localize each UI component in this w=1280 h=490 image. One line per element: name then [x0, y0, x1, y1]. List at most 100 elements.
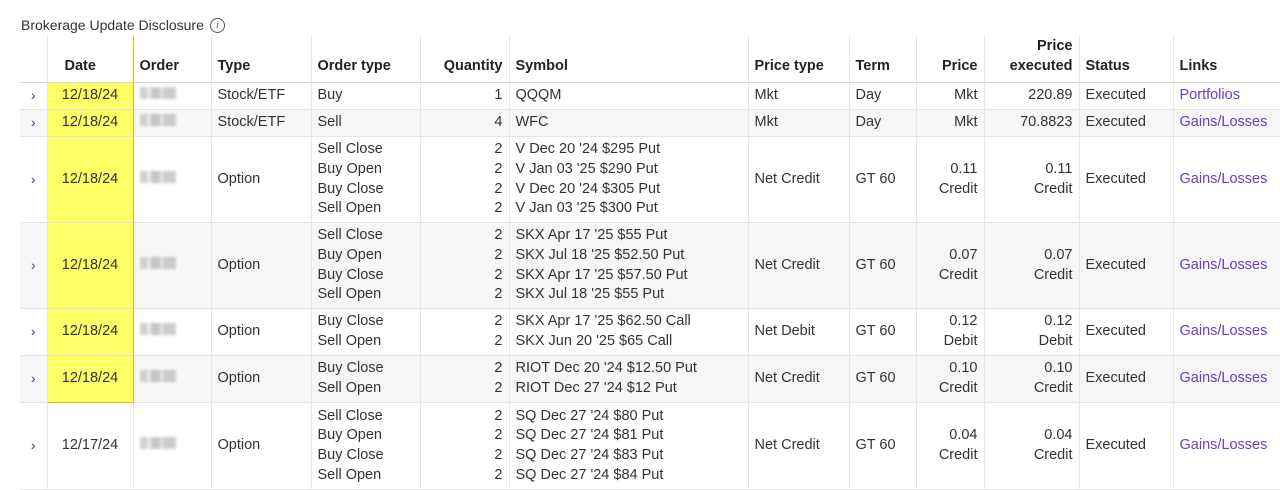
price-line: Mkt — [954, 87, 978, 104]
column-header-order-type[interactable]: Order type — [311, 36, 421, 83]
table-row[interactable]: › 12/18/24 Option Sell Close Buy Open Buy Clo… — [20, 136, 1280, 223]
column-header-status[interactable]: Status — [1079, 36, 1174, 83]
column-header-type[interactable]: Type — [211, 36, 312, 83]
cell-price: Mkt — [916, 82, 985, 110]
symbol-line: RIOT Dec 20 '24 $12.50 Put — [515, 360, 697, 377]
symbol-line: WFC — [515, 114, 549, 131]
column-header-price-executed[interactable]: Price executed — [984, 36, 1080, 83]
quantity-line: 2 — [494, 227, 503, 244]
price-executed-line-2: executed — [1009, 58, 1073, 74]
cell-status: Executed — [1079, 136, 1174, 223]
price-executed-line: Credit — [1033, 180, 1073, 197]
cell-links: Portfolios — [1173, 82, 1280, 110]
cell-order — [133, 222, 212, 309]
order-type-line: Sell Close — [317, 407, 383, 424]
table-row[interactable]: › 12/18/24 Option Buy Close Sell Open 2 2 SKX A… — [20, 308, 1280, 356]
cell-order-type: Sell Close Buy Open Buy Close Sell Open — [311, 136, 421, 223]
cell-symbol: QQQM — [509, 82, 749, 110]
cell-term: GT 60 — [849, 355, 917, 403]
table-header-row: Date Order Type Order type Quantity Symb… — [20, 36, 1280, 83]
column-header-term[interactable]: Term — [849, 36, 917, 83]
expand-row-icon[interactable]: › — [20, 82, 48, 110]
symbol-line: SKX Jun 20 '25 $65 Call — [515, 333, 673, 349]
cell-links: Gains/Losses — [1173, 355, 1280, 403]
table-row[interactable]: › 12/17/24 Option Sell Close Buy Open Buy Clo… — [20, 402, 1280, 490]
column-header-order[interactable]: Order — [133, 36, 212, 83]
price-line: Debit — [943, 333, 978, 349]
price-executed-line: 0.11 — [1045, 160, 1073, 177]
cell-quantity: 2 2 2 2 — [420, 222, 510, 309]
column-header-symbol[interactable]: Symbol — [509, 36, 749, 83]
column-header-price[interactable]: Price — [916, 36, 985, 83]
cell-date: 12/18/24 — [46, 222, 134, 309]
cell-order — [133, 402, 212, 490]
column-header-quantity[interactable]: Quantity — [420, 36, 510, 83]
price-executed-line: Credit — [1033, 447, 1073, 463]
symbol-line: RIOT Dec 27 '24 $12 Put — [515, 380, 677, 396]
cell-links: Gains/Losses — [1173, 136, 1280, 223]
cell-type: Option — [211, 355, 312, 403]
quantity-line: 2 — [494, 407, 503, 424]
page-title: Brokerage Update Disclosure i — [21, 15, 225, 35]
symbol-line: SQ Dec 27 '24 $80 Put — [515, 407, 664, 424]
cell-date: 12/18/24 — [46, 308, 134, 356]
row-link[interactable]: Gains/Losses — [1180, 114, 1268, 130]
price-executed-line: Credit — [1033, 380, 1073, 396]
expand-row-icon[interactable]: › — [20, 402, 48, 490]
cell-symbol: V Dec 20 '24 $295 Put V Jan 03 '25 $290 P… — [509, 136, 749, 223]
table-row[interactable]: › 12/18/24 Option Sell Close Buy Open Buy Clo… — [20, 222, 1280, 309]
cell-price: 0.10 Credit — [916, 355, 985, 403]
table-row[interactable]: › 12/18/24 Option Buy Close Sell Open 2 2 RIOT … — [20, 355, 1280, 403]
expand-row-icon[interactable]: › — [20, 355, 48, 403]
cell-term: GT 60 — [849, 136, 917, 223]
order-type-line: Buy Close — [317, 447, 384, 463]
quantity-line: 4 — [494, 114, 503, 131]
price-executed-line: 0.12 — [1044, 313, 1073, 330]
row-link[interactable]: Gains/Losses — [1180, 370, 1268, 386]
redacted-order-number — [139, 170, 176, 183]
row-link[interactable]: Gains/Losses — [1180, 437, 1268, 453]
cell-status: Executed — [1079, 402, 1174, 490]
quantity-line: 2 — [494, 200, 503, 217]
cell-price-executed: 0.07 Credit — [984, 222, 1080, 309]
redacted-order-number — [139, 370, 176, 383]
cell-date: 12/18/24 — [46, 109, 134, 137]
expand-row-icon[interactable]: › — [20, 109, 48, 137]
cell-term: Day — [849, 109, 917, 137]
row-link[interactable]: Gains/Losses — [1180, 257, 1268, 273]
column-header-links[interactable]: Links — [1173, 36, 1280, 83]
cell-quantity: 2 2 2 2 — [420, 402, 510, 490]
cell-symbol: RIOT Dec 20 '24 $12.50 Put RIOT Dec 27 '2… — [509, 355, 749, 403]
cell-links: Gains/Losses — [1173, 402, 1280, 490]
cell-price: Mkt — [916, 109, 985, 137]
row-link[interactable]: Portfolios — [1180, 87, 1240, 103]
cell-type: Stock/ETF — [211, 109, 312, 137]
expand-row-icon[interactable]: › — [20, 308, 48, 356]
column-header-price-type[interactable]: Price type — [748, 36, 850, 83]
symbol-line: SQ Dec 27 '24 $84 Put — [515, 466, 664, 483]
price-line: Credit — [938, 266, 978, 283]
expand-row-icon[interactable]: › — [20, 136, 48, 223]
quantity-line: 2 — [494, 246, 503, 263]
cell-order — [133, 308, 212, 356]
table-row[interactable]: › 12/18/24 Stock/ETF Sell 4 WFC Mkt Day Mkt 70.88… — [20, 109, 1280, 137]
redacted-order-number — [139, 87, 176, 100]
row-link[interactable]: Gains/Losses — [1180, 171, 1268, 187]
cell-quantity: 1 — [420, 82, 510, 110]
price-line: 0.07 — [949, 246, 978, 263]
symbol-line: SKX Jul 18 '25 $52.50 Put — [515, 246, 685, 263]
column-header-date[interactable]: Date — [46, 36, 134, 83]
cell-price-type: Net Debit — [748, 308, 850, 356]
cell-order — [133, 109, 212, 137]
price-line: 0.12 — [949, 313, 978, 330]
cell-quantity: 2 2 2 2 — [420, 136, 510, 223]
order-type-line: Buy Open — [317, 160, 383, 177]
info-icon[interactable]: i — [209, 17, 225, 33]
cell-status: Executed — [1079, 82, 1174, 110]
price-executed-line: 0.10 — [1044, 360, 1073, 377]
row-link[interactable]: Gains/Losses — [1180, 323, 1268, 339]
table-row[interactable]: › 12/18/24 Stock/ETF Buy 1 QQQM Mkt Day Mkt 220.8… — [20, 82, 1280, 110]
expand-row-icon[interactable]: › — [20, 222, 48, 309]
cell-price-type: Net Credit — [748, 222, 850, 309]
cell-links: Gains/Losses — [1173, 222, 1280, 309]
